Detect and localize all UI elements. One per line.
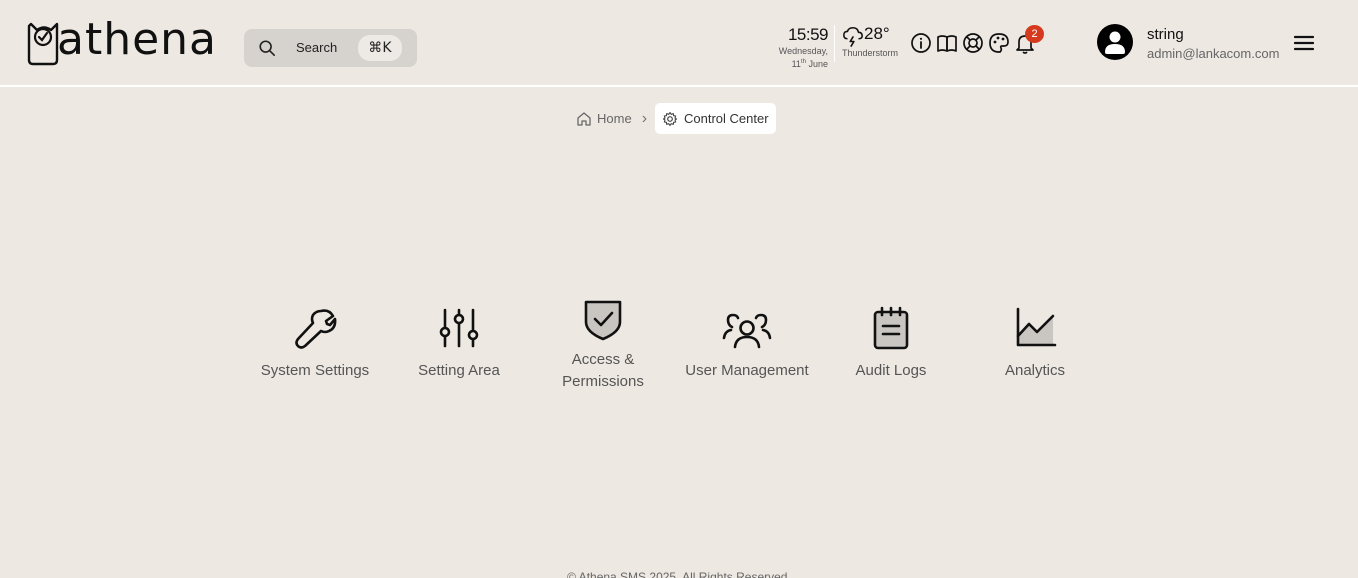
gear-icon	[662, 111, 678, 126]
clock-date-suffix: th	[800, 59, 806, 65]
wrench-icon	[295, 309, 337, 349]
hamburger-menu-icon[interactable]	[1294, 34, 1314, 52]
tile-label: Setting Area	[418, 362, 500, 379]
tile-label-line1: Access &	[571, 351, 635, 368]
breadcrumb: Home › Control Center	[572, 103, 776, 134]
control-center-grid: System Settings Setting Area Access & Pe…	[243, 296, 1107, 406]
notepad-icon	[873, 306, 909, 350]
palette-icon[interactable]	[988, 32, 1010, 54]
tile-access-permissions[interactable]: Access & Permissions	[531, 296, 675, 393]
tile-label: Access & Permissions	[531, 349, 675, 393]
breadcrumb-home[interactable]: Home	[572, 111, 636, 127]
book-icon[interactable]	[936, 32, 958, 54]
breadcrumb-home-label: Home	[597, 111, 632, 126]
tile-label: System Settings	[260, 362, 370, 379]
tile-label-line2: Permissions	[562, 373, 644, 390]
weather-temp: 28°	[864, 24, 890, 43]
clock-widget: 15:59 Wednesday, 11th June	[772, 25, 829, 70]
clock-date-num: 11	[791, 59, 801, 69]
users-icon	[722, 313, 772, 349]
tile-analytics[interactable]: Analytics	[963, 296, 1107, 382]
top-header: athena Search ⌘K 15:59 Wednesday, 11th J…	[0, 0, 1358, 87]
tile-audit-logs[interactable]: Audit Logs	[819, 296, 963, 382]
search-button[interactable]: Search ⌘K	[244, 29, 417, 67]
info-icon[interactable]	[910, 32, 932, 54]
logo-text: athena	[57, 14, 218, 65]
user-avatar-icon	[1105, 31, 1125, 54]
user-name: string	[1147, 26, 1184, 43]
search-shortcut: ⌘K	[358, 35, 402, 61]
breadcrumb-current: Control Center	[655, 103, 776, 134]
notification-badge: 2	[1025, 25, 1044, 43]
tile-system-settings[interactable]: System Settings	[243, 296, 387, 382]
thunderstorm-icon	[843, 26, 863, 47]
clock-time: 15:59	[787, 25, 829, 44]
athena-logo[interactable]: athena	[27, 14, 216, 68]
owl-logo-icon	[27, 22, 59, 66]
chart-icon	[1016, 307, 1057, 347]
footer-copyright: © Athena SMS 2025. All Rights Reserved.	[567, 570, 791, 578]
tile-user-management[interactable]: User Management	[675, 296, 819, 382]
clock-day: Wednesday,	[778, 46, 828, 56]
tile-label: Audit Logs	[855, 362, 927, 379]
chevron-right-icon: ›	[641, 109, 648, 127]
clock-date: Wednesday, 11th June	[772, 46, 828, 70]
tile-label: User Management	[685, 362, 809, 379]
user-email: admin@lankacom.com	[1147, 46, 1280, 61]
user-menu[interactable]: string admin@lankacom.com	[1097, 24, 1297, 64]
tile-setting-area[interactable]: Setting Area	[387, 296, 531, 382]
avatar[interactable]	[1097, 24, 1133, 60]
home-icon	[577, 111, 591, 126]
search-icon	[259, 40, 276, 57]
shield-check-icon	[584, 300, 622, 341]
search-label: Search	[296, 40, 338, 55]
tile-label: Analytics	[1004, 362, 1066, 379]
header-divider	[834, 25, 835, 62]
clock-month: June	[808, 59, 828, 69]
lifebuoy-icon[interactable]	[962, 32, 984, 54]
weather-condition: Thunderstorm	[842, 48, 899, 58]
sliders-icon	[439, 308, 479, 348]
breadcrumb-current-label: Control Center	[684, 111, 769, 126]
